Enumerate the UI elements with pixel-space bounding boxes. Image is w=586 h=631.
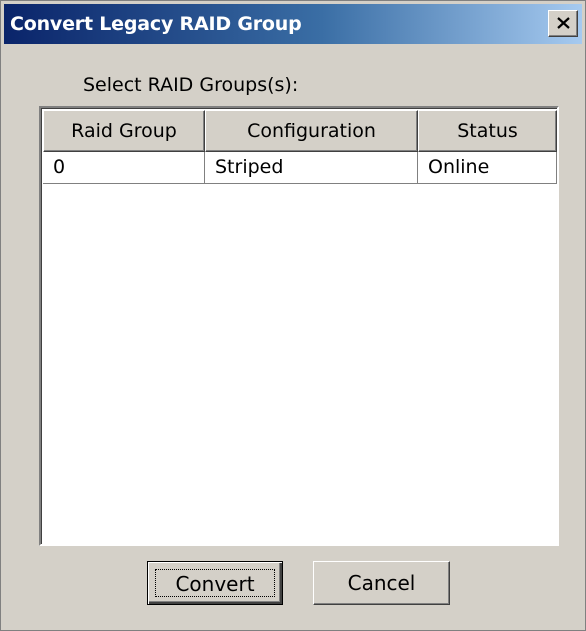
convert-button[interactable]: Convert	[147, 561, 283, 605]
dialog-title: Convert Legacy RAID Group	[10, 13, 302, 35]
cancel-button[interactable]: Cancel	[313, 561, 450, 605]
select-raid-groups-label: Select RAID Groups(s):	[83, 74, 299, 96]
column-header-raid-group[interactable]: Raid Group	[43, 110, 205, 152]
convert-button-label: Convert	[155, 569, 275, 597]
convert-legacy-raid-group-dialog: Convert Legacy RAID Group Select RAID Gr…	[0, 0, 586, 631]
close-button[interactable]	[548, 10, 578, 37]
column-header-configuration[interactable]: Configuration	[205, 110, 418, 152]
close-icon	[557, 17, 570, 29]
title-bar[interactable]: Convert Legacy RAID Group	[4, 4, 582, 44]
cell-status: Online	[418, 152, 557, 184]
raid-group-table: Raid Group Configuration Status 0 Stripe…	[39, 106, 559, 546]
table-row[interactable]: 0 Striped Online	[43, 152, 557, 184]
column-header-status[interactable]: Status	[418, 110, 557, 152]
cell-configuration: Striped	[205, 152, 418, 184]
table-header: Raid Group Configuration Status	[43, 110, 557, 152]
cell-raid-group: 0	[43, 152, 205, 184]
